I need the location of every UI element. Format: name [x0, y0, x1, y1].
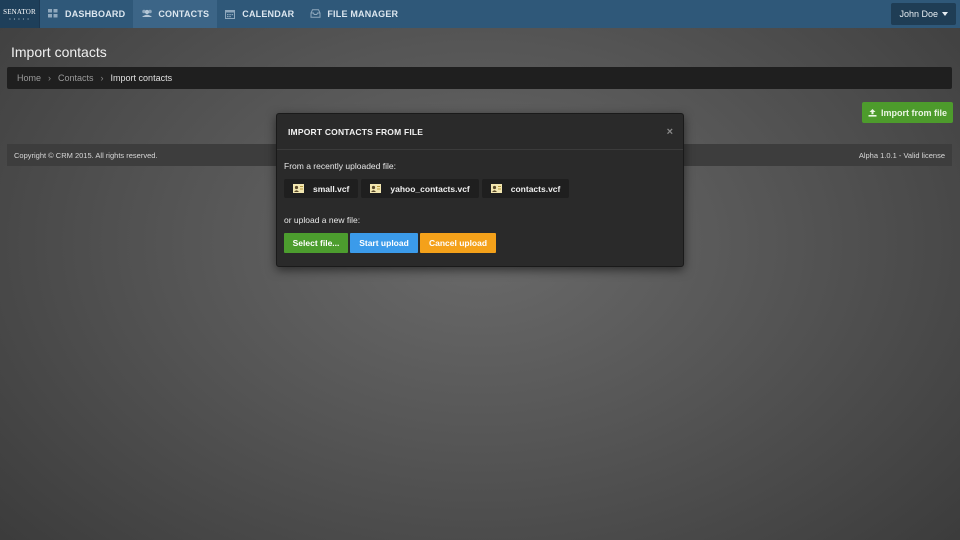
version-text: Alpha 1.0.1 - Valid license — [858, 150, 945, 160]
nav-item-dashboard-label: DASHBOARD — [65, 9, 126, 19]
nav-item-file-manager-label: FILE MANAGER — [327, 9, 399, 19]
close-icon[interactable]: × — [667, 126, 673, 138]
modal-body: From a recently uploaded file: small.vcf… — [277, 150, 683, 253]
select-file-button[interactable]: Select file... — [284, 233, 348, 253]
breadcrumb: Home › Contacts › Import contacts — [7, 67, 952, 89]
contact-card-icon — [490, 184, 502, 193]
inbox-icon — [310, 9, 322, 19]
nav-item-contacts[interactable]: CONTACTS — [133, 0, 218, 28]
brand-dots: • • • • • — [9, 15, 30, 21]
caret-down-icon — [942, 12, 948, 16]
users-icon — [141, 9, 153, 19]
file-name: small.vcf — [313, 183, 350, 194]
breadcrumb-contacts[interactable]: Contacts — [58, 73, 94, 83]
file-name: contacts.vcf — [510, 183, 561, 194]
copyright-text: Copyright © CRM 2015. All rights reserve… — [14, 150, 158, 160]
nav-item-calendar-label: CALENDAR — [242, 9, 295, 19]
nav-item-file-manager[interactable]: FILE MANAGER — [302, 0, 406, 28]
modal-header: IMPORT CONTACTS FROM FILE × — [277, 114, 683, 150]
user-name: John Doe — [899, 9, 938, 19]
file-name: yahoo_contacts.vcf — [390, 183, 470, 194]
user-menu-button[interactable]: John Doe — [891, 3, 956, 25]
nav-item-calendar[interactable]: CALENDAR — [217, 0, 302, 28]
modal-title: IMPORT CONTACTS FROM FILE — [288, 126, 424, 137]
contact-card-icon — [370, 184, 382, 193]
recent-file-small[interactable]: small.vcf — [284, 179, 359, 198]
brand-logo[interactable]: SENATOR • • • • • — [0, 0, 40, 28]
breadcrumb-home[interactable]: Home — [17, 73, 41, 83]
import-from-file-button[interactable]: Import from file — [862, 102, 953, 123]
recent-file-yahoo-contacts[interactable]: yahoo_contacts.vcf — [361, 179, 479, 198]
nav-item-dashboard[interactable]: DASHBOARD — [40, 0, 133, 28]
import-from-file-label: Import from file — [880, 107, 947, 118]
upload-new-file-label: or upload a new file: — [284, 215, 361, 225]
import-contacts-modal: IMPORT CONTACTS FROM FILE × From a recen… — [276, 113, 684, 267]
recent-files-list: small.vcf yahoo_contacts.vcf contacts.vc… — [284, 179, 676, 198]
chevron-right-icon: › — [100, 73, 104, 83]
upload-actions: Select file... Start upload Cancel uploa… — [284, 233, 676, 253]
recent-file-contacts[interactable]: contacts.vcf — [481, 179, 570, 198]
upload-icon — [868, 108, 877, 117]
recent-files-label: From a recently uploaded file: — [284, 161, 396, 171]
page-title: Import contacts — [11, 44, 107, 60]
brand-name: SENATOR — [3, 7, 36, 16]
calendar-icon — [225, 9, 237, 19]
nav-item-contacts-label: CONTACTS — [158, 9, 210, 19]
contact-card-icon — [293, 184, 304, 193]
cancel-upload-button[interactable]: Cancel upload — [420, 233, 496, 253]
grid-icon — [48, 9, 60, 19]
start-upload-button[interactable]: Start upload — [350, 233, 418, 253]
breadcrumb-current: Import contacts — [110, 73, 173, 83]
top-navbar: SENATOR • • • • • DASHBOARD CONTACTS CAL… — [0, 0, 960, 28]
chevron-right-icon: › — [48, 73, 52, 83]
